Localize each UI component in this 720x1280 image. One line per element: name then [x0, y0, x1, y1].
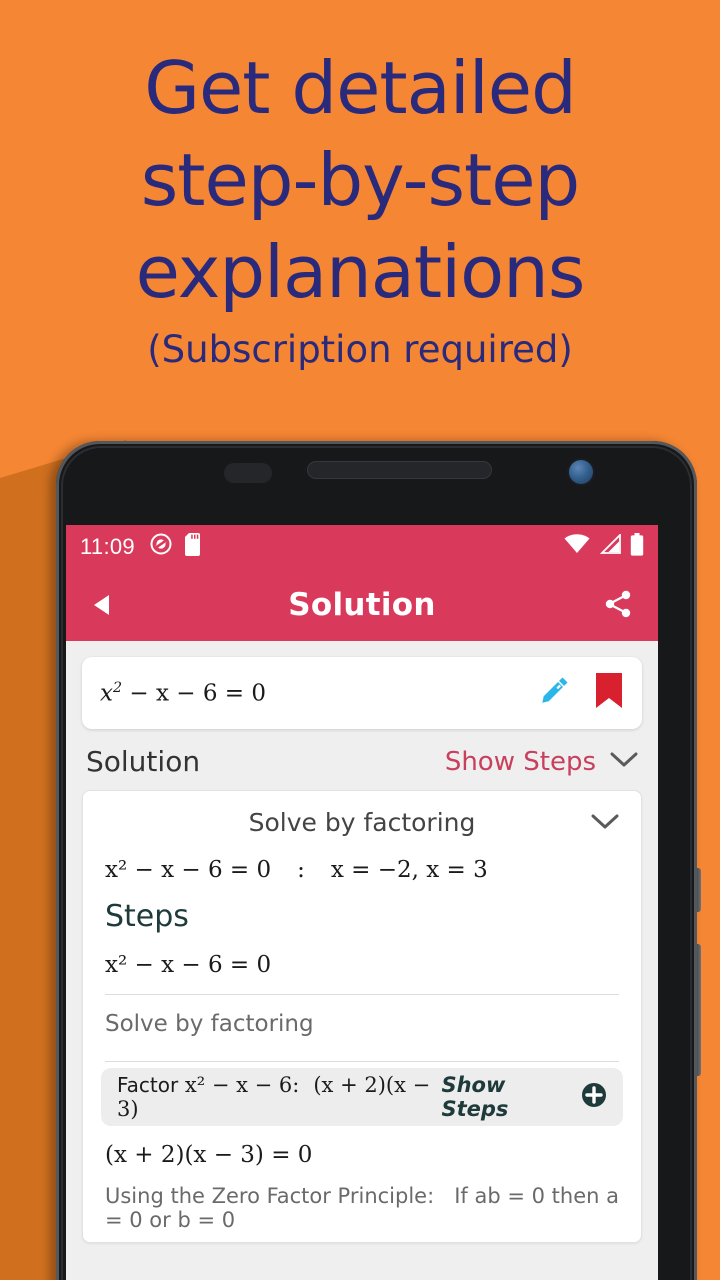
step-divider-2: [105, 1061, 619, 1062]
phone-screen: 11:09 Solution x2 − x − 6 = 0 Solution S…: [66, 525, 658, 1280]
steps-heading: Steps: [105, 899, 189, 934]
solution-panel: Solve by factoring x² − x − 6 = 0: x = −2…: [82, 790, 642, 1243]
factor-statement: Factor x² − x − 6: (x + 2)(x − 3): [117, 1073, 441, 1121]
solution-content: x2 − x − 6 = 0 Solution Show Steps Solve…: [66, 657, 658, 1280]
volume-rocker-button[interactable]: [694, 944, 701, 1076]
wifi-icon: [564, 534, 590, 560]
equation-remainder: − x − 6 = 0: [129, 680, 266, 707]
earpiece-speaker-icon: [307, 461, 492, 479]
bookmark-icon[interactable]: [594, 672, 624, 714]
power-button[interactable]: [694, 868, 701, 912]
result-equation: x² − x − 6 = 0: [105, 857, 272, 883]
promo-subtitle: (Subscription required): [147, 328, 573, 371]
result-row: x² − x − 6 = 0: x = −2, x = 3: [83, 853, 641, 885]
panel-header[interactable]: Solve by factoring: [83, 791, 641, 853]
step-equation-2: (x + 2)(x − 3) = 0: [105, 1142, 313, 1168]
front-camera-icon: [569, 460, 593, 484]
step-equation-1: x² − x − 6 = 0: [105, 952, 272, 978]
method-title: Solve by factoring: [248, 807, 476, 837]
status-bar: 11:09: [66, 525, 658, 569]
equation-expression: x2 − x − 6 = 0: [100, 680, 266, 707]
plus-circle-icon[interactable]: [581, 1082, 607, 1112]
proximity-sensor-icon: [224, 463, 272, 483]
status-bar-clock: 11:09: [80, 534, 135, 559]
factor-sub-step[interactable]: Factor x² − x − 6: (x + 2)(x − 3) Show St…: [101, 1068, 623, 1126]
zero-note-prefix: Using the Zero Factor Principle:: [105, 1184, 435, 1208]
step-note-2: Using the Zero Factor Principle: If ab =…: [83, 1172, 641, 1232]
chevron-down-icon[interactable]: [610, 751, 638, 773]
promo-headline: Get detailed step-by-step explanations (…: [0, 42, 720, 376]
solution-header-row: Solution Show Steps: [66, 729, 658, 790]
solution-label: Solution: [86, 745, 201, 778]
phone-mockup: 11:09 Solution x2 − x − 6 = 0 Solution S…: [42, 441, 701, 1280]
show-steps-toggle[interactable]: Show Steps: [445, 747, 596, 777]
sd-card-icon: [184, 532, 202, 562]
result-separator: :: [297, 857, 305, 883]
cellular-signal-icon: [599, 532, 621, 560]
battery-icon: [630, 532, 644, 562]
promo-line-3: explanations: [135, 230, 586, 314]
step-note-1: Solve by factoring: [105, 1011, 314, 1037]
back-button[interactable]: [88, 588, 122, 622]
result-roots: x = −2, x = 3: [330, 857, 488, 883]
factor-show-steps-link[interactable]: Show Steps: [441, 1073, 571, 1121]
promo-line-2: step-by-step: [140, 138, 581, 222]
equation-card[interactable]: x2 − x − 6 = 0: [82, 657, 642, 729]
do-not-disturb-icon: [149, 532, 173, 562]
factor-expression: x² − x − 6:: [184, 1073, 300, 1097]
page-title: Solution: [288, 587, 436, 623]
pencil-edit-icon[interactable]: [536, 673, 572, 713]
panel-collapse-chevron-down-icon[interactable]: [591, 813, 619, 835]
factor-label: Factor: [117, 1073, 179, 1097]
share-button[interactable]: [602, 588, 636, 622]
app-bar: Solution: [66, 569, 658, 641]
equation-exponent: 2: [112, 679, 123, 696]
promo-line-1: Get detailed: [144, 46, 577, 130]
equation-variable: x: [100, 680, 113, 707]
